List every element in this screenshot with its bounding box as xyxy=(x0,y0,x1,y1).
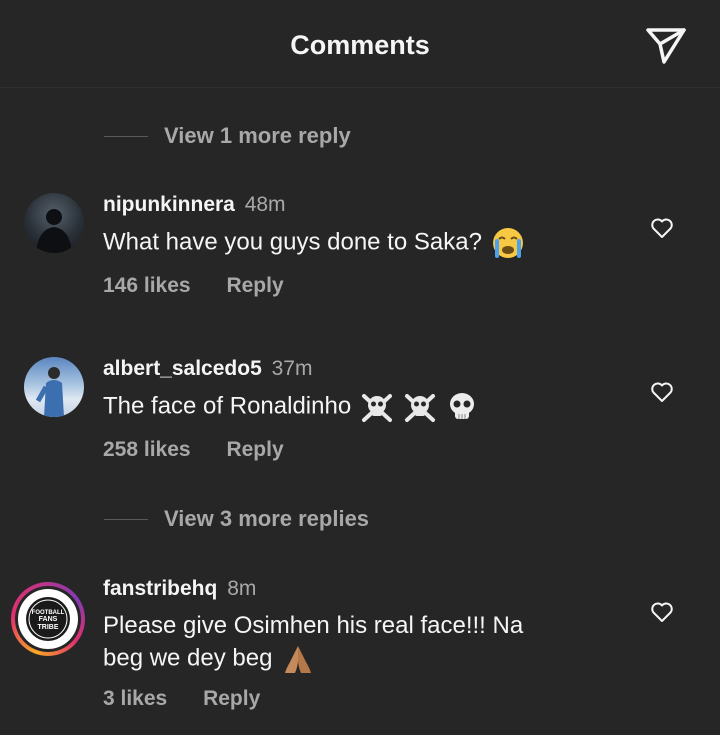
username[interactable]: albert_salcedo5 xyxy=(103,357,262,380)
fans-tribe-logo: FOOTBALL FANS TRIBE xyxy=(26,597,70,641)
divider-line xyxy=(104,518,148,520)
comment-text-block: Please give Osimhen his real face!!! Na … xyxy=(103,610,623,676)
folded-hands-emoji xyxy=(285,646,312,673)
timestamp: 8m xyxy=(227,577,257,600)
heart-icon[interactable] xyxy=(650,601,674,623)
view-more-replies-button[interactable]: View 1 more reply xyxy=(104,121,351,151)
skull-crossbones-emoji xyxy=(361,394,392,422)
comment-text: The face of Ronaldinho xyxy=(103,392,352,420)
timestamp: 37m xyxy=(271,357,313,380)
crying-face-emoji xyxy=(492,228,523,258)
comment-header: nipunkinnera 48m xyxy=(103,193,286,217)
comment-item: nipunkinnera 48m What have you guys done… xyxy=(0,190,720,320)
avatar[interactable]: FOOTBALL FANS TRIBE xyxy=(11,582,85,656)
likes-count[interactable]: 146 likes xyxy=(103,274,191,297)
skull-emoji xyxy=(450,393,475,419)
svg-text:FANS: FANS xyxy=(39,616,58,623)
comment-header: albert_salcedo5 37m xyxy=(103,357,312,381)
comment-meta: 146 likes Reply xyxy=(103,274,284,298)
skull-crossbones-emoji xyxy=(404,394,435,422)
page-title: Comments xyxy=(290,30,430,60)
comment-item: FOOTBALL FANS TRIBE fanstribehq 8m Pleas… xyxy=(0,574,720,724)
likes-count[interactable]: 258 likes xyxy=(103,438,191,461)
view-more-label: View 3 more replies xyxy=(164,506,370,531)
avatar[interactable] xyxy=(24,357,84,417)
comment-text-line-2-wrap: beg we dey beg xyxy=(103,642,623,676)
comment-item: albert_salcedo5 37m The face of Ronaldin… xyxy=(0,354,720,484)
send-icon[interactable] xyxy=(642,24,690,68)
timestamp: 48m xyxy=(244,193,286,216)
comment-text-line-1: Please give Osimhen his real face!!! Na xyxy=(103,612,524,639)
comment-text: What have you guys done to Saka? xyxy=(103,228,482,256)
reply-button[interactable]: Reply xyxy=(226,438,283,461)
header-bar: Comments xyxy=(0,0,720,88)
view-more-replies-button[interactable]: View 3 more replies xyxy=(104,504,369,534)
username[interactable]: fanstribehq xyxy=(103,577,217,600)
svg-text:TRIBE: TRIBE xyxy=(38,624,59,631)
reply-button[interactable]: Reply xyxy=(203,687,260,710)
comment-text-block: What have you guys done to Saka? xyxy=(103,226,623,260)
username[interactable]: nipunkinnera xyxy=(103,193,235,216)
heart-icon[interactable] xyxy=(650,217,674,239)
view-more-label: View 1 more reply xyxy=(164,123,351,148)
heart-icon[interactable] xyxy=(650,381,674,403)
comment-text-block: The face of Ronaldinho xyxy=(103,390,623,424)
likes-count[interactable]: 3 likes xyxy=(103,687,167,710)
comment-text-line-2: beg we dey beg xyxy=(103,644,273,672)
divider-line xyxy=(104,135,148,137)
comment-meta: 3 likes Reply xyxy=(103,687,260,711)
avatar[interactable] xyxy=(24,193,84,253)
comment-meta: 258 likes Reply xyxy=(103,438,284,462)
comment-header: fanstribehq 8m xyxy=(103,577,256,601)
reply-button[interactable]: Reply xyxy=(226,274,283,297)
